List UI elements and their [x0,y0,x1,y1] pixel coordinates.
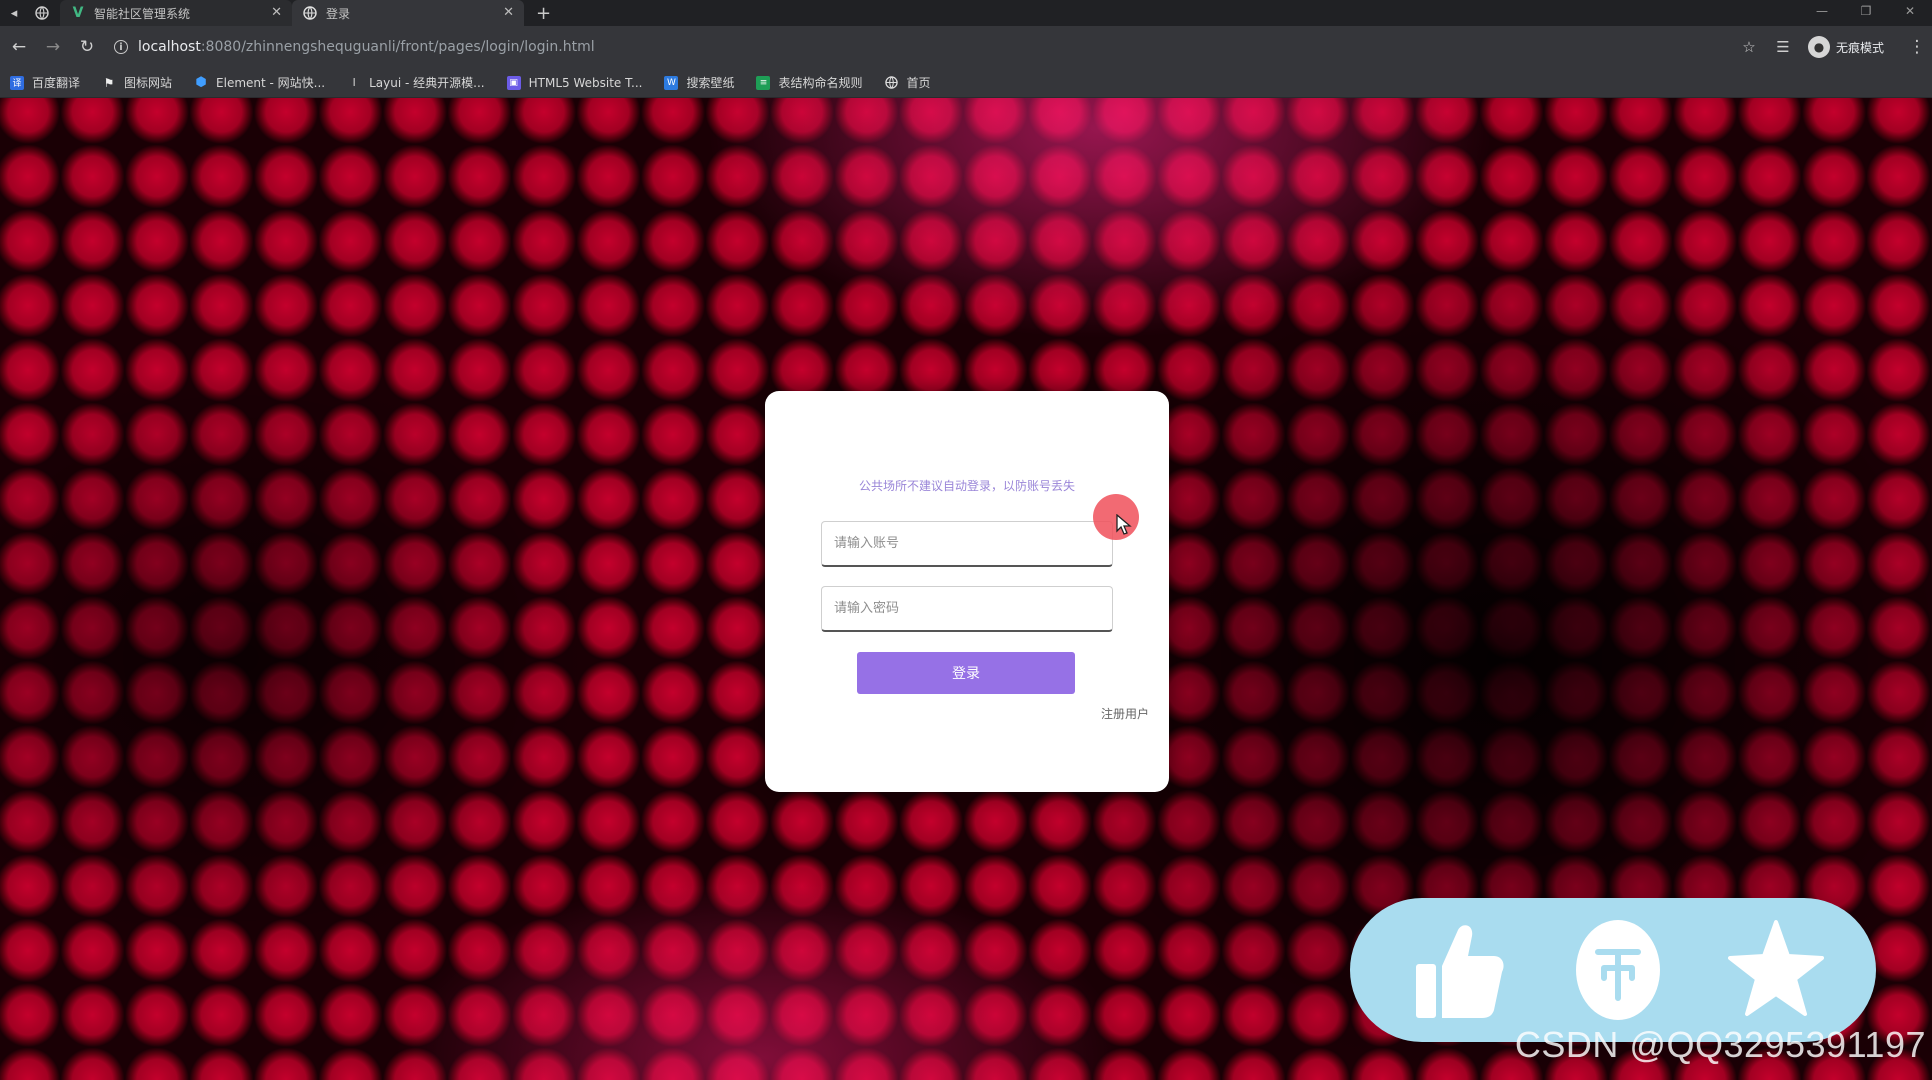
bookmark-label: 表结构命名规则 [778,76,863,90]
reload-icon[interactable]: ↻ [72,32,102,62]
browser-tab-strip: ◂ V 智能社区管理系统 ✕ 登录 ✕ + — ❐ ✕ [0,0,1932,26]
new-tab-plus-icon[interactable]: + [536,3,551,24]
site-info-icon[interactable]: i [114,40,128,54]
reading-list-icon[interactable]: ☰ [1766,38,1800,56]
incognito-avatar-icon: ● [1807,36,1830,58]
bookmarks-bar: 译 百度翻译 ⚑ 图标网站 ⬢ Element - 网站快... l Layui… [0,68,1932,98]
bookmark-label: 搜索壁纸 [686,76,735,90]
browser-menu-icon[interactable]: ⋮ [1902,32,1932,62]
tab-login[interactable]: 登录 ✕ [292,0,524,26]
password-input[interactable] [821,586,1113,632]
tab-title: 智能社区管理系统 [94,6,191,21]
element-hexagon-icon: ⬢ [195,75,207,90]
sheet-icon: ≡ [756,75,771,90]
profile-button[interactable]: ● 无痕模式 [1807,36,1884,58]
globe-icon[interactable] [28,0,56,26]
login-hint: 公共场所不建议自动登录，以防账号丢失 [858,479,1075,493]
back-arrow-icon[interactable]: ← [4,32,34,62]
username-input[interactable] [821,521,1113,567]
login-card: 公共场所不建议自动登录，以防账号丢失 登录 注册用户 [765,391,1169,792]
bookmark-naming-rules[interactable]: ≡ 表结构命名规则 [756,74,862,91]
wallpaper-icon: W [664,75,679,90]
tab-audio-icon[interactable]: ◂ [0,0,28,26]
url-host: localhost [138,39,201,55]
bookmark-wallpaper[interactable]: W 搜索壁纸 [664,74,734,91]
address-bar[interactable]: i localhost:8080/zhinnengshequguanli/fro… [114,33,1732,61]
login-button[interactable]: 登录 [857,652,1075,694]
bookmark-label: 百度翻译 [32,76,81,90]
html5-template-icon: ▣ [506,75,521,90]
tab-title: 登录 [326,6,351,21]
close-window-icon[interactable]: ✕ [1888,0,1932,26]
browser-toolbar: ← → ↻ i localhost:8080/zhinnengshequguan… [0,26,1932,68]
coin-icon[interactable] [1570,916,1666,1024]
bookmark-label: Element - 网站快... [216,76,326,90]
baidu-translate-icon: 译 [10,75,24,90]
bookmark-html5-templates[interactable]: ▣ HTML5 Website T... [506,75,643,90]
url-path: :8080/zhinnengshequguanli/front/pages/lo… [200,39,595,55]
tab-community-system[interactable]: V 智能社区管理系统 ✕ [60,0,292,26]
layui-icon: l [352,76,356,89]
bookmark-home[interactable]: 首页 [884,74,931,91]
vue-logo-icon: V [72,5,84,21]
csdn-watermark: CSDN @QQ3295391197 [1514,1024,1926,1065]
bookmark-element[interactable]: ⬢ Element - 网站快... [194,74,325,91]
thumbs-up-icon[interactable] [1410,916,1506,1024]
forward-arrow-icon[interactable]: → [38,32,68,62]
bookmark-baidu-translate[interactable]: 译 百度翻译 [10,74,80,91]
tab-close-icon[interactable]: ✕ [503,5,514,20]
bookmark-label: Layui - 经典开源模... [369,76,485,90]
tab-close-icon[interactable]: ✕ [271,5,282,20]
toolbar-actions: ☆ ☰ [1732,38,1800,56]
bookmark-label: 首页 [906,76,931,90]
bookmark-label: 图标网站 [124,76,173,90]
like-coin-favorite-bar [1350,898,1876,1042]
globe-icon [884,76,898,90]
star-icon[interactable] [1728,916,1824,1024]
bookmark-label: HTML5 Website T... [528,75,643,90]
profile-label: 无痕模式 [1835,40,1884,55]
restore-icon[interactable]: ❐ [1844,0,1888,26]
minimize-icon[interactable]: — [1800,0,1844,26]
globe-icon [302,5,318,21]
mouse-pointer-icon [1116,514,1132,535]
flag-icon: ⚑ [103,75,115,90]
bookmark-star-icon[interactable]: ☆ [1732,38,1766,56]
bookmark-icon-site[interactable]: ⚑ 图标网站 [102,74,172,91]
register-link[interactable]: 注册用户 [1101,705,1149,722]
window-controls: — ❐ ✕ [1800,0,1932,26]
bookmark-layui[interactable]: l Layui - 经典开源模... [347,74,485,91]
